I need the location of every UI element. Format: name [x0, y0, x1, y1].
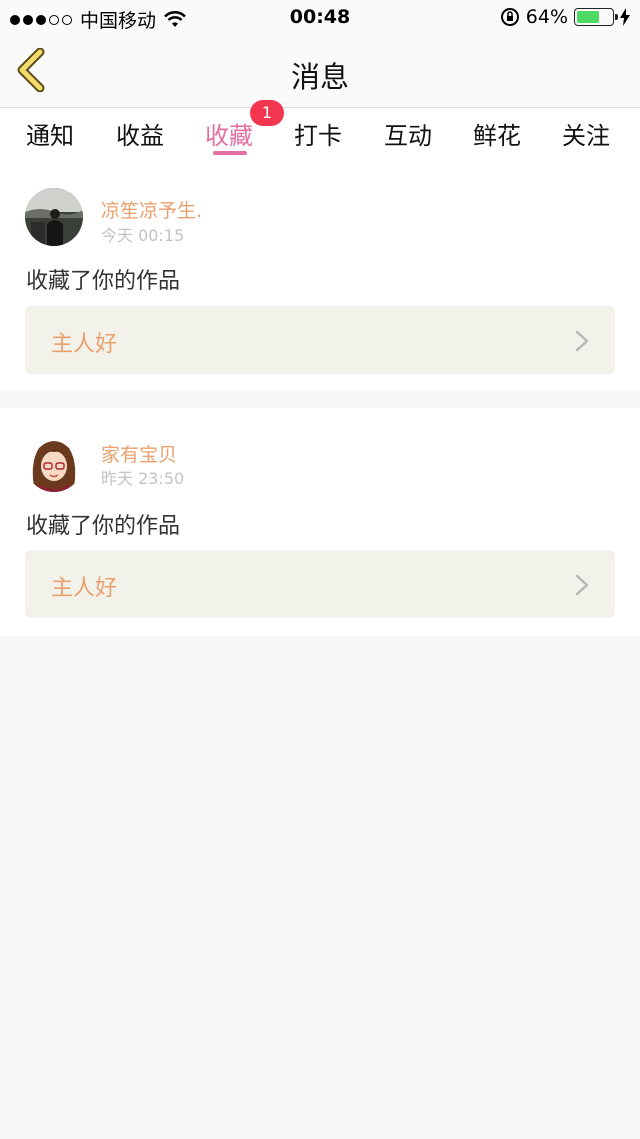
tab-bar: 通知 收益 收藏 打卡 互动 鲜花 关注 [0, 108, 640, 166]
battery-percent: 64% [525, 6, 568, 28]
message-card: 凉笙凉予生. 今天 00:15 收藏了你的作品 主人好 [0, 166, 640, 390]
rotation-lock-icon [500, 8, 519, 26]
work-title: 主人好 [51, 332, 118, 357]
charging-icon [620, 8, 630, 26]
work-link[interactable]: 主人好 [25, 550, 615, 618]
username[interactable]: 凉笙凉予生. [101, 196, 202, 223]
battery-icon [574, 8, 618, 26]
page-title: 消息 [290, 60, 349, 94]
work-title: 主人好 [51, 576, 118, 601]
tab-interaction[interactable]: 互动 [384, 116, 432, 151]
work-link[interactable]: 主人好 [25, 306, 615, 374]
message-card: 家有宝贝 昨天 23:50 收藏了你的作品 主人好 [0, 408, 640, 636]
tab-checkin[interactable]: 打卡 [294, 116, 342, 151]
message-action: 收藏了你的作品 [26, 269, 181, 294]
tab-favorites[interactable]: 收藏 [205, 116, 253, 151]
active-tab-indicator [213, 151, 247, 155]
status-bar: 中国移动 00:48 64% [0, 0, 640, 34]
chevron-right-icon [575, 330, 589, 352]
tab-earnings[interactable]: 收益 [116, 116, 164, 151]
tab-follow[interactable]: 关注 [562, 116, 610, 151]
chevron-right-icon [575, 574, 589, 596]
avatar[interactable] [25, 434, 83, 492]
status-right: 64% [500, 6, 630, 28]
message-time: 今天 00:15 [101, 226, 185, 245]
message-time: 昨天 23:50 [101, 469, 185, 488]
avatar[interactable] [25, 188, 83, 246]
user-photo-icon [25, 434, 83, 492]
tab-flowers[interactable]: 鲜花 [473, 116, 521, 151]
message-action: 收藏了你的作品 [26, 514, 181, 539]
user-photo-icon [25, 188, 83, 246]
unread-badge: 1 [250, 100, 284, 126]
username[interactable]: 家有宝贝 [101, 440, 177, 467]
tab-notifications[interactable]: 通知 [26, 116, 74, 151]
nav-bar: 消息 [0, 34, 640, 108]
